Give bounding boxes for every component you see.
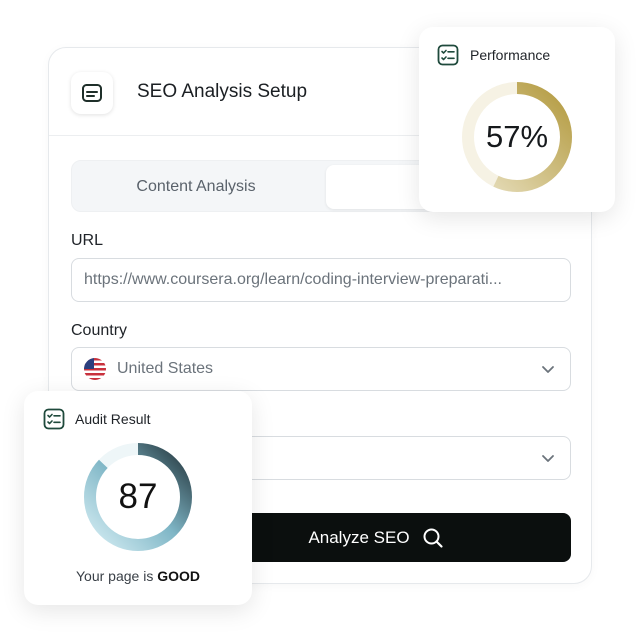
performance-title: Performance: [470, 47, 551, 63]
country-select[interactable]: United States: [71, 347, 571, 391]
audit-result-title: Audit Result: [75, 411, 151, 427]
analyze-seo-label: Analyze SEO: [308, 527, 410, 547]
url-input[interactable]: https://www.coursera.org/learn/coding-in…: [71, 258, 571, 302]
audit-status: GOOD: [157, 568, 200, 584]
checklist-icon: [43, 408, 65, 430]
url-input-value: https://www.coursera.org/learn/coding-in…: [84, 271, 502, 288]
tab-content-analysis[interactable]: Content Analysis: [76, 165, 316, 209]
page-title: SEO Analysis Setup: [137, 81, 308, 102]
chevron-down-icon: [542, 455, 554, 462]
analysis-icon: [71, 72, 113, 114]
chevron-down-icon: [542, 366, 554, 373]
audit-result-card: Audit Result 87 Your page is GOOD: [24, 391, 252, 605]
audit-score: 87: [118, 477, 158, 516]
performance-value: 57%: [485, 119, 549, 154]
search-icon: [423, 528, 443, 548]
performance-card: Performance 57%: [419, 27, 615, 212]
audit-caption-prefix: Your page is: [76, 568, 158, 584]
checklist-icon: [437, 44, 459, 66]
country-label: Country: [71, 322, 128, 339]
us-flag-icon: [84, 358, 106, 380]
url-label: URL: [71, 232, 104, 249]
country-value: United States: [117, 360, 214, 377]
audit-caption: Your page is GOOD: [24, 568, 252, 584]
